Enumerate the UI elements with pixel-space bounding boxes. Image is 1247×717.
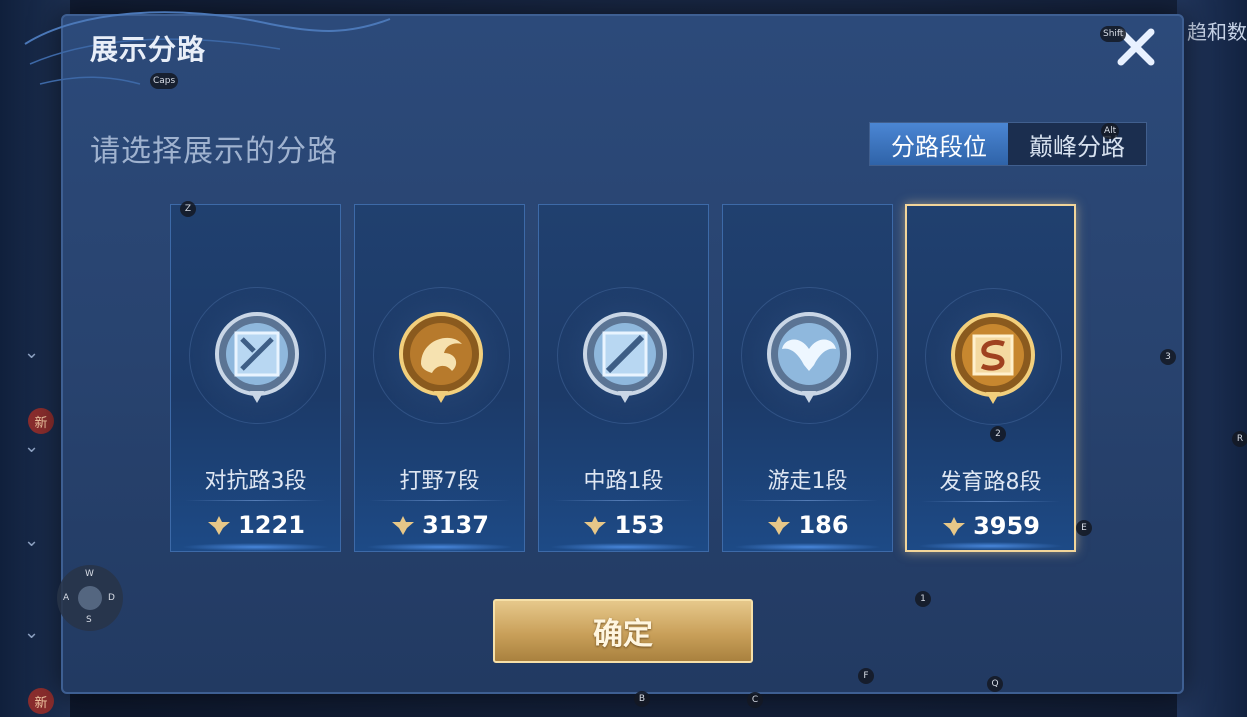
lane-score: 153 [539, 511, 708, 539]
lane-score: 3959 [907, 512, 1074, 540]
card-glow [181, 543, 330, 551]
lane-card-mid[interactable]: 中路1段 153 [538, 204, 709, 552]
card-glow [917, 542, 1064, 550]
roam-wings-emblem-icon [767, 312, 851, 403]
score-icon [768, 516, 791, 535]
background-right [1177, 0, 1247, 717]
key-hint-c: C [747, 692, 763, 708]
chevron-down-icon: ⌄ [24, 622, 40, 643]
key-hint-f: F [858, 668, 874, 684]
key-hint-3: 3 [1160, 349, 1176, 365]
key-hint-caps: Caps [150, 73, 179, 89]
key-hint-shift: Shift [1100, 26, 1127, 42]
lane-card-farm[interactable]: 发育路8段 3959 [905, 204, 1076, 552]
dialog-subtitle: 请选择展示的分路 [90, 134, 338, 169]
dialog-title: 展示分路 [90, 33, 207, 66]
divider [369, 500, 510, 501]
joystick-key-s: S [86, 615, 92, 625]
lane-score-value: 153 [614, 511, 665, 539]
lane-card-jungle[interactable]: 打野7段 3137 [354, 204, 525, 552]
card-glow [549, 543, 698, 551]
confirm-button[interactable]: 确定 [493, 599, 753, 663]
card-glow [365, 543, 514, 551]
title-ornament [24, 11, 391, 85]
divider [737, 500, 878, 501]
new-badge: 新 [28, 408, 54, 434]
score-icon [584, 516, 607, 535]
joystick-key-w: W [85, 569, 94, 579]
jungle-dragon-emblem-icon [399, 312, 483, 403]
score-icon [943, 517, 966, 536]
lane-score-value: 3137 [422, 511, 489, 539]
lane-score: 186 [723, 511, 892, 539]
clash-lane-emblem-icon [215, 312, 299, 403]
lane-rank-text: 对抗路3段 [204, 469, 307, 494]
chevron-down-icon: ⌄ [24, 342, 40, 363]
joystick-knob[interactable] [78, 586, 102, 610]
key-hint-q: Q [987, 676, 1003, 692]
lane-score: 1221 [171, 511, 340, 539]
joystick-key-a: A [63, 593, 70, 603]
movement-joystick[interactable]: W A D S [57, 565, 123, 631]
divider [921, 501, 1060, 502]
key-hint-e: E [1076, 520, 1092, 536]
background-text: 趋和数 [1187, 20, 1247, 44]
joystick-key-d: D [108, 593, 115, 603]
new-badge: 新 [28, 688, 54, 714]
farm-lane-emblem-icon [951, 313, 1035, 404]
lane-card-clash[interactable]: 对抗路3段 1221 [170, 204, 341, 552]
tab-peak-lane[interactable]: 巅峰分路 [1008, 123, 1146, 165]
key-hint-z: Z [180, 201, 196, 217]
score-icon [208, 516, 231, 535]
lane-rank-text: 发育路8段 [939, 470, 1042, 495]
key-hint-r: R [1232, 431, 1247, 447]
chevron-down-icon: ⌄ [24, 436, 40, 457]
lane-score-value: 3959 [973, 512, 1040, 540]
mid-lane-emblem-icon [583, 312, 667, 403]
tab-lane-rank[interactable]: 分路段位 [870, 123, 1008, 165]
key-hint-alt: Alt [1101, 123, 1120, 139]
lane-score-value: 186 [798, 511, 849, 539]
key-hint-2: 2 [990, 426, 1006, 442]
lane-card-roam[interactable]: 游走1段 186 [722, 204, 893, 552]
lane-rank-text: 中路1段 [583, 469, 664, 494]
divider [185, 500, 326, 501]
chevron-down-icon: ⌄ [24, 530, 40, 551]
lane-score-value: 1221 [238, 511, 305, 539]
lane-score: 3137 [355, 511, 524, 539]
lane-rank-text: 游走1段 [767, 469, 848, 494]
lane-rank-text: 打野7段 [399, 469, 480, 494]
card-glow [733, 543, 882, 551]
score-icon [392, 516, 415, 535]
key-hint-1: 1 [915, 591, 931, 607]
key-hint-b: B [634, 691, 650, 707]
divider [553, 500, 694, 501]
